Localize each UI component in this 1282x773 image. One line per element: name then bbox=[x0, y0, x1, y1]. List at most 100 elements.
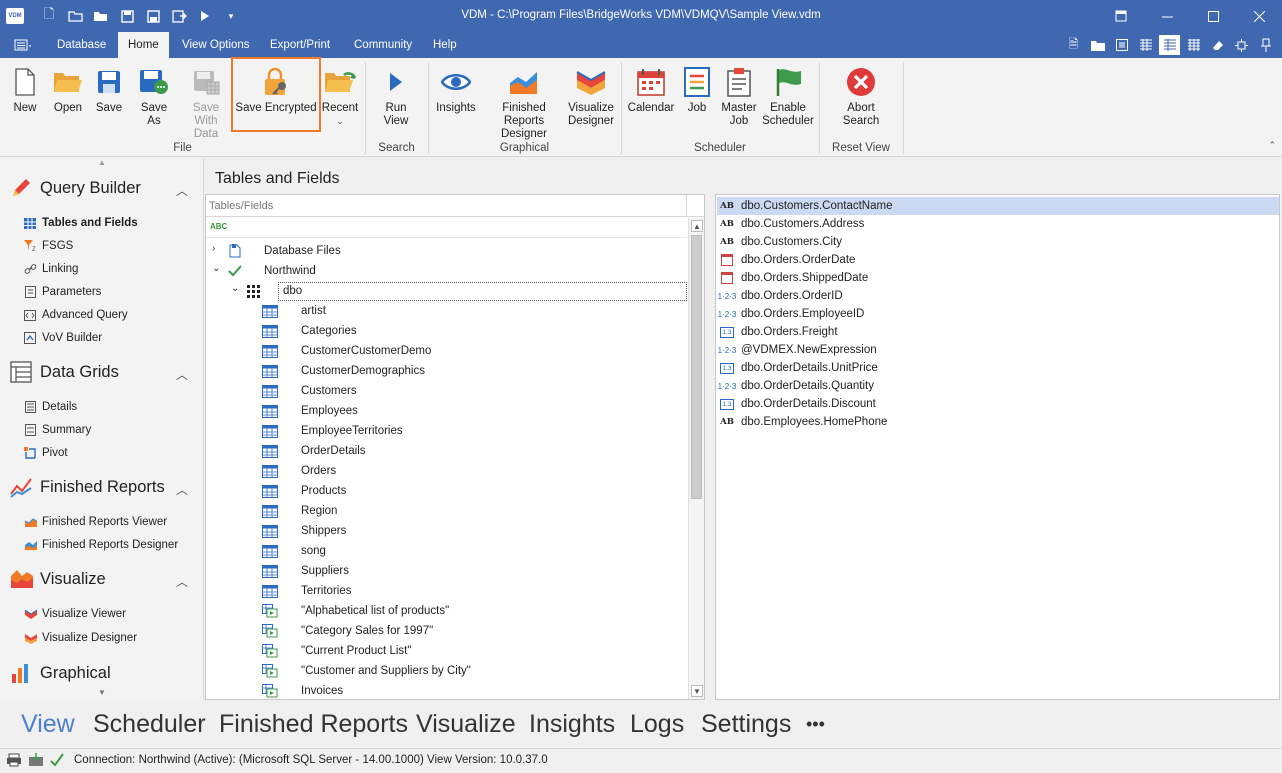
field-row[interactable]: 1·2·3 dbo.Orders.OrderID bbox=[717, 287, 1279, 305]
recent-chevron-icon[interactable]: ⌄ bbox=[336, 116, 344, 126]
expand-chevron-icon[interactable]: › bbox=[212, 243, 215, 254]
tree-node-database-files[interactable]: Database Files bbox=[226, 241, 341, 261]
save-button[interactable]: Save bbox=[93, 66, 125, 115]
nav-view[interactable]: View bbox=[21, 710, 75, 739]
tiles-view-icon[interactable] bbox=[1159, 35, 1180, 55]
tab-home[interactable]: Home bbox=[118, 32, 169, 58]
tree-node-view[interactable]: "Current Product List" bbox=[261, 641, 411, 661]
tree-node-view[interactable]: Invoices bbox=[261, 681, 343, 699]
fit-window-icon[interactable] bbox=[1231, 35, 1252, 55]
nav-finished-reports[interactable]: Finished Reports bbox=[219, 710, 408, 739]
tree-node-table[interactable]: Products bbox=[261, 481, 346, 501]
section-visualize[interactable]: Visualize bbox=[10, 567, 106, 591]
folder-icon[interactable] bbox=[1087, 35, 1108, 55]
field-row[interactable]: 1.3 dbo.Orders.Freight bbox=[717, 323, 1279, 341]
download-icon[interactable] bbox=[28, 753, 44, 770]
section-query-builder[interactable]: Query Builder bbox=[10, 176, 141, 200]
recent-button[interactable]: Recent ⌄ bbox=[320, 66, 360, 128]
sidebar-item-parameters[interactable]: Parameters bbox=[22, 285, 101, 299]
job-button[interactable]: Job bbox=[682, 66, 712, 115]
tree-filter-row[interactable]: ABC bbox=[206, 218, 687, 238]
save-with-data-button[interactable]: Save With Data bbox=[180, 66, 232, 141]
tree-node-table[interactable]: OrderDetails bbox=[261, 441, 366, 461]
field-row[interactable]: 1·2·3 dbo.OrderDetails.Quantity bbox=[717, 377, 1279, 395]
tree-node-table[interactable]: Employees bbox=[261, 401, 358, 421]
field-row[interactable]: AB dbo.Customers.Address bbox=[717, 215, 1279, 233]
tree-node-table[interactable]: CustomerCustomerDemo bbox=[261, 341, 431, 361]
tab-help[interactable]: Help bbox=[423, 32, 467, 58]
sidebar-item-fsgs[interactable]: Z FSGS bbox=[22, 239, 73, 253]
section-finished-reports[interactable]: Finished Reports bbox=[10, 475, 165, 499]
tree-node-view[interactable]: "Customer and Suppliers by City" bbox=[261, 661, 471, 681]
calendar-button[interactable]: Calendar bbox=[627, 66, 675, 115]
sidebar-item-summary[interactable]: Summary bbox=[22, 423, 91, 437]
tree-node-view[interactable]: "Alphabetical list of products" bbox=[261, 601, 449, 621]
collapse-chevron-icon[interactable]: ︿ bbox=[176, 481, 188, 498]
tree-node-table[interactable]: CustomerDemographics bbox=[261, 361, 425, 381]
field-row[interactable]: 1.3 dbo.OrderDetails.UnitPrice bbox=[717, 359, 1279, 377]
sidebar-scroll-up-icon[interactable]: ▲ bbox=[98, 158, 106, 167]
sidebar-item-linking[interactable]: Linking bbox=[22, 262, 78, 276]
minimize-button[interactable] bbox=[1144, 0, 1190, 32]
sidebar-item-tables-and-fields[interactable]: Tables and Fields bbox=[22, 216, 138, 230]
insights-button[interactable]: Insights bbox=[434, 66, 478, 115]
sidebar-item-finished-reports-designer[interactable]: Finished Reports Designer bbox=[22, 538, 178, 552]
tree-node-table[interactable]: EmployeeTerritories bbox=[261, 421, 403, 441]
field-row[interactable]: 1·2·3 dbo.Orders.EmployeeID bbox=[717, 305, 1279, 323]
pin-icon[interactable] bbox=[1255, 35, 1276, 55]
list-view-icon[interactable] bbox=[1111, 35, 1132, 55]
finished-reports-designer-button[interactable]: Finished Reports Designer bbox=[481, 66, 567, 141]
tree-node-northwind[interactable]: Northwind bbox=[226, 261, 316, 281]
master-job-button[interactable]: Master Job bbox=[718, 66, 760, 128]
tree-node-dbo[interactable]: dbo bbox=[244, 281, 687, 301]
eraser-icon[interactable] bbox=[1207, 35, 1228, 55]
details-view-icon[interactable] bbox=[1183, 35, 1204, 55]
scroll-down-arrow-icon[interactable]: ▼ bbox=[691, 685, 703, 697]
sidebar-item-details[interactable]: Details bbox=[22, 400, 77, 414]
file-settings-icon[interactable]: 🗎 bbox=[1063, 35, 1084, 55]
nav-more[interactable]: ••• bbox=[806, 714, 825, 735]
visualize-designer-button[interactable]: Visualize Designer bbox=[568, 66, 614, 128]
tree-node-table[interactable]: Shippers bbox=[261, 521, 346, 541]
sidebar-item-finished-reports-viewer[interactable]: Finished Reports Viewer bbox=[22, 515, 167, 529]
tree-node-table[interactable]: artist bbox=[261, 301, 326, 321]
section-graphical[interactable]: Graphical bbox=[10, 661, 111, 685]
collapse-chevron-icon[interactable]: ⌄ bbox=[212, 263, 220, 274]
field-row[interactable]: AB dbo.Customers.City bbox=[717, 233, 1279, 251]
run-view-button[interactable]: Run View bbox=[372, 66, 420, 128]
collapse-ribbon-icon[interactable]: ⌃ bbox=[1268, 140, 1276, 151]
tree-scrollbar[interactable]: ▲ ▼ bbox=[688, 218, 704, 699]
field-row[interactable]: AB dbo.Customers.ContactName bbox=[717, 197, 1279, 215]
enable-scheduler-button[interactable]: Enable Scheduler bbox=[762, 66, 814, 128]
section-data-grids[interactable]: Data Grids bbox=[10, 360, 119, 384]
open-button[interactable]: Open bbox=[50, 66, 86, 115]
tab-database[interactable]: Database bbox=[47, 32, 116, 58]
save-as-button[interactable]: Save As bbox=[133, 66, 175, 128]
sidebar-item-advanced-query[interactable]: Advanced Query bbox=[22, 308, 128, 322]
field-row[interactable]: dbo.Orders.OrderDate bbox=[717, 251, 1279, 269]
nav-visualize[interactable]: Visualize bbox=[416, 710, 516, 739]
tab-export-print[interactable]: Export/Print bbox=[260, 32, 340, 58]
save-encrypted-button[interactable]: Save Encrypted bbox=[231, 57, 321, 132]
scroll-thumb[interactable] bbox=[691, 235, 702, 499]
abort-search-button[interactable]: Abort Search bbox=[836, 66, 886, 128]
field-row[interactable]: dbo.Orders.ShippedDate bbox=[717, 269, 1279, 287]
tab-view-options[interactable]: View Options bbox=[172, 32, 260, 58]
field-row[interactable]: AB dbo.Employees.HomePhone bbox=[717, 413, 1279, 431]
tree-node-table[interactable]: Categories bbox=[261, 321, 357, 341]
collapse-chevron-icon[interactable]: ⌄ bbox=[231, 283, 239, 294]
tab-community[interactable]: Community bbox=[344, 32, 422, 58]
grid-view-icon[interactable] bbox=[1135, 35, 1156, 55]
sidebar-item-vov-builder[interactable]: VoV Builder bbox=[22, 331, 102, 345]
tree-node-view[interactable]: "Category Sales for 1997" bbox=[261, 621, 433, 641]
new-button[interactable]: New bbox=[10, 66, 40, 115]
sidebar-scroll-down-icon[interactable]: ▼ bbox=[98, 688, 106, 697]
sidebar-item-pivot[interactable]: Pivot bbox=[22, 446, 68, 460]
collapse-chevron-icon[interactable]: ︿ bbox=[176, 182, 188, 199]
collapse-chevron-icon[interactable]: ︿ bbox=[176, 573, 188, 590]
nav-settings[interactable]: Settings bbox=[701, 710, 791, 739]
collapse-chevron-icon[interactable]: ︿ bbox=[176, 366, 188, 383]
tree-node-table[interactable]: Territories bbox=[261, 581, 351, 601]
field-row[interactable]: 1.3 dbo.OrderDetails.Discount bbox=[717, 395, 1279, 413]
nav-scheduler[interactable]: Scheduler bbox=[93, 710, 206, 739]
